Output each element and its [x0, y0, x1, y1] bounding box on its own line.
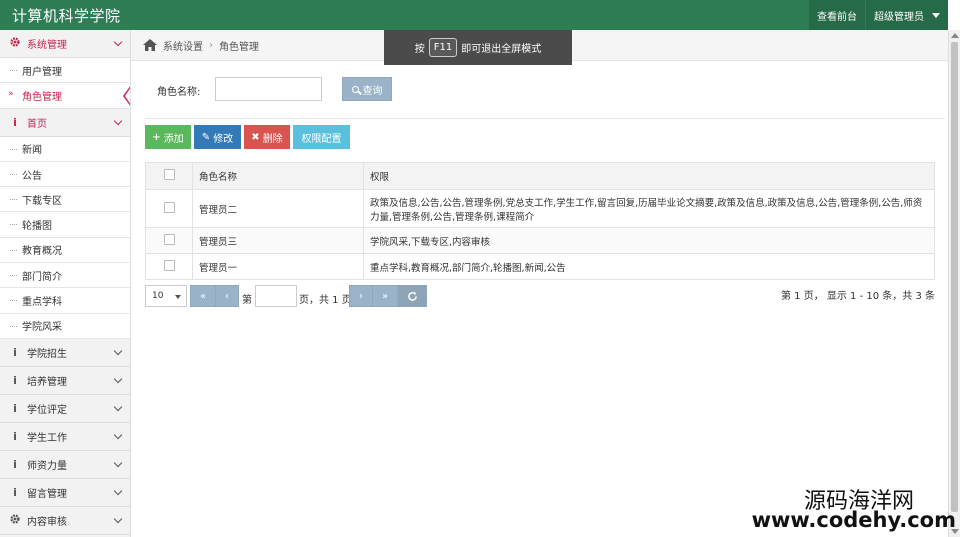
sidebar-item-carousel[interactable]: 轮播图	[0, 212, 130, 238]
sidebar-item-downloads[interactable]: 下载专区	[0, 187, 130, 213]
chevron-down-icon	[113, 430, 123, 440]
chevron-down-icon	[113, 514, 123, 524]
close-icon: ✖	[251, 131, 260, 143]
breadcrumb-item-system-settings[interactable]: 系统设置	[163, 38, 203, 53]
cell-role-name: 管理员三	[192, 227, 364, 254]
add-button[interactable]: + 添加	[145, 125, 191, 149]
user-menu-label: 超级管理员	[874, 11, 924, 23]
sidebar-item-education-overview[interactable]: 教育概况	[0, 237, 130, 264]
pagination-info: 第 1 页， 显示 1 - 10 条，共 3 条	[780, 291, 935, 302]
sidebar-group-training[interactable]: i 培养管理	[0, 367, 130, 395]
role-name-input[interactable]	[215, 77, 322, 101]
prev-page-button[interactable]: ‹	[215, 285, 239, 307]
last-page-button[interactable]: »	[372, 285, 398, 307]
top-right-menu: 查看前台 超级管理员	[808, 0, 948, 30]
row-checkbox[interactable]	[163, 201, 175, 213]
chevron-down-icon	[113, 402, 123, 412]
chevron-down-icon	[113, 346, 123, 356]
brand-title[interactable]: 计算机科学学院	[12, 5, 121, 26]
search-icon	[351, 85, 359, 93]
cell-role-name: 管理员一	[192, 253, 364, 280]
info-icon: i	[13, 373, 17, 387]
table-row[interactable]: 管理员一 重点学科,教育概况,部门简介,轮播图,新闻,公告	[145, 253, 935, 280]
page-total-label: 页，共 1 页	[299, 295, 352, 306]
vertical-scrollbar[interactable]	[948, 30, 960, 537]
permission-config-button[interactable]: 权限配置	[293, 125, 350, 149]
user-menu-dropdown[interactable]: 超级管理员	[865, 0, 948, 30]
gear-icon	[8, 36, 22, 51]
view-frontend-link[interactable]: 查看前台	[808, 0, 865, 30]
cell-role-name: 管理员二	[192, 189, 364, 228]
divider	[145, 118, 945, 119]
sidebar-item-key-disciplines[interactable]: 重点学科	[0, 288, 130, 314]
sidebar: 系统管理 用户管理 角色管理 i 首页 新闻 公告 下载专区 轮播图 教育概况 …	[0, 30, 131, 537]
sidebar-item-campus-style[interactable]: 学院风采	[0, 313, 130, 339]
chevron-down-icon	[113, 458, 123, 468]
cell-permissions: 政策及信息,公告,公告,管理条例,党总支工作,学生工作,留言回复,历届毕业论文摘…	[363, 189, 935, 228]
info-icon: i	[13, 485, 17, 499]
sidebar-group-label: 首页	[27, 118, 47, 130]
breadcrumb-item-role-management: 角色管理	[219, 41, 259, 53]
chevron-down-icon	[113, 486, 123, 496]
sidebar-item-user-management[interactable]: 用户管理	[0, 58, 130, 84]
next-page-button[interactable]: ›	[349, 285, 373, 307]
role-table: 角色名称 权限 管理员二 政策及信息,公告,公告,管理条例,党总支工作,学生工作…	[145, 162, 935, 280]
edit-icon: ✎	[201, 131, 211, 143]
chevron-down-icon	[113, 116, 123, 125]
info-icon: i	[13, 401, 17, 415]
sidebar-group-degree[interactable]: i 学位评定	[0, 395, 130, 423]
sidebar-group-system[interactable]: 系统管理	[0, 30, 130, 58]
search-button[interactable]: 查询	[342, 77, 392, 101]
cell-permissions: 学院风采,下载专区,内容审核	[363, 227, 935, 254]
refresh-button[interactable]	[398, 285, 427, 307]
chevron-right-icon: ›	[209, 39, 213, 51]
gear-icon	[8, 513, 22, 528]
role-name-label: 角色名称:	[157, 87, 201, 98]
table-row[interactable]: 管理员三 学院风采,下载专区,内容审核	[145, 227, 935, 254]
info-icon: i	[13, 115, 17, 129]
sidebar-item-department-intro[interactable]: 部门简介	[0, 263, 130, 289]
cell-permissions: 重点学科,教育概况,部门简介,轮播图,新闻,公告	[363, 253, 935, 280]
sidebar-group-admissions[interactable]: i 学院招生	[0, 339, 130, 367]
row-checkbox[interactable]	[163, 259, 175, 271]
home-icon[interactable]	[143, 39, 157, 51]
plus-icon: +	[152, 131, 161, 143]
sidebar-group-label: 系统管理	[27, 40, 67, 51]
sidebar-item-role-management[interactable]: 角色管理	[0, 83, 130, 109]
chevron-down-icon	[113, 37, 123, 47]
caret-down-icon	[932, 12, 940, 18]
edit-button[interactable]: ✎ 修改	[194, 125, 241, 149]
scrollbar-thumb[interactable]	[951, 42, 958, 512]
sidebar-item-news[interactable]: 新闻	[0, 136, 130, 162]
first-page-button[interactable]: «	[190, 285, 216, 307]
sidebar-group-home[interactable]: i 首页	[0, 109, 130, 137]
row-checkbox[interactable]	[163, 233, 175, 245]
info-icon: i	[13, 429, 17, 443]
fullscreen-toast: 按 F11 即可退出全屏模式	[384, 30, 572, 65]
watermark-url: www.codehy.com	[751, 508, 956, 532]
info-icon: i	[13, 345, 17, 359]
info-icon: i	[13, 457, 17, 471]
select-all-checkbox[interactable]	[163, 169, 175, 180]
sidebar-group-content-review[interactable]: 内容审核	[0, 507, 130, 535]
refresh-icon	[408, 291, 417, 301]
column-header-permissions[interactable]: 权限	[363, 162, 935, 190]
page-size-select[interactable]: 10	[145, 285, 187, 307]
table-row[interactable]: 管理员二 政策及信息,公告,公告,管理条例,党总支工作,学生工作,留言回复,历届…	[145, 189, 935, 228]
table-header-row: 角色名称 权限	[145, 162, 935, 190]
scroll-up-icon[interactable]	[951, 33, 959, 38]
chevron-down-icon	[175, 295, 181, 299]
top-navbar: 计算机科学学院 查看前台 超级管理员	[0, 0, 948, 30]
column-header-role-name[interactable]: 角色名称	[192, 162, 364, 190]
page-number-input[interactable]	[255, 285, 297, 307]
sidebar-group-messages[interactable]: i 留言管理	[0, 479, 130, 507]
sidebar-item-notice[interactable]: 公告	[0, 161, 130, 188]
sidebar-group-student-work[interactable]: i 学生工作	[0, 423, 130, 451]
chevron-down-icon	[113, 374, 123, 384]
page-label: 第	[242, 295, 252, 306]
sidebar-group-faculty[interactable]: i 师资力量	[0, 451, 130, 479]
delete-button[interactable]: ✖ 删除	[244, 125, 290, 149]
f11-key: F11	[428, 38, 458, 57]
